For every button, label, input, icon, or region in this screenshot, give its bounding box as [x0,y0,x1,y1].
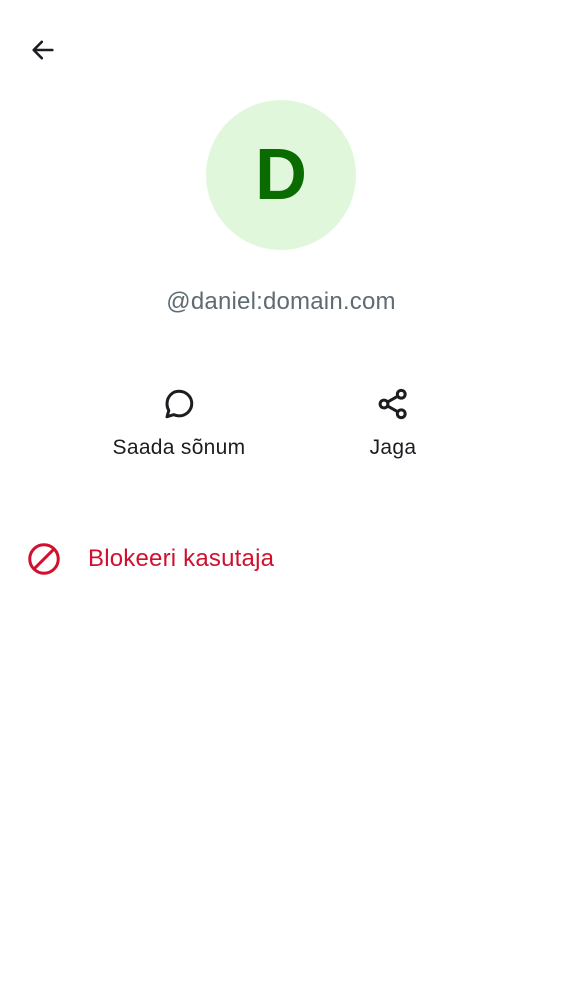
share-icon [369,380,417,428]
avatar-initial: D [255,135,307,215]
block-user-label: Blokeeri kasutaja [88,545,275,572]
send-message-button[interactable]: Saada sõnum [104,380,254,460]
avatar: D [206,100,356,250]
block-user-button[interactable]: Blokeeri kasutaja [0,527,562,591]
back-button[interactable] [20,27,66,73]
send-message-label: Saada sõnum [112,436,246,459]
arrow-left-icon [32,40,54,60]
chat-bubble-icon [155,380,203,428]
user-id: @daniel:domain.com [166,288,396,315]
share-label: Jaga [369,436,417,459]
block-icon [24,539,64,579]
share-button[interactable]: Jaga [343,380,443,460]
